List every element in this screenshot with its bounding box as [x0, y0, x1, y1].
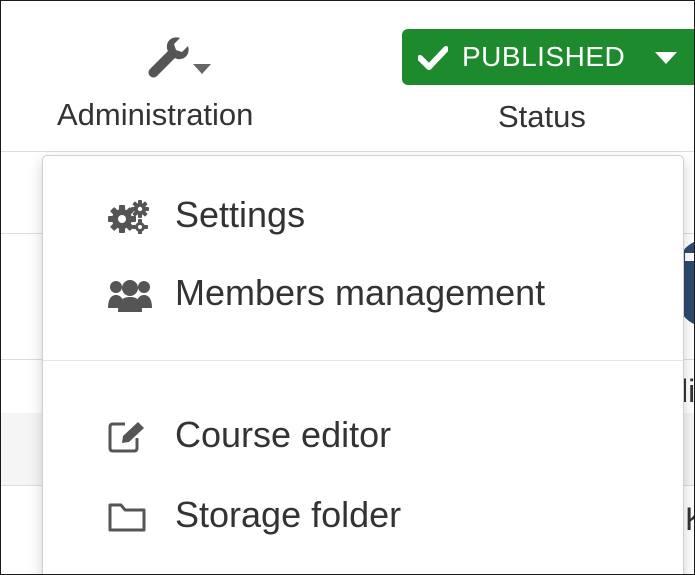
- menu-item-label: Storage folder: [175, 494, 402, 535]
- app-frame: li K Administration PUBLISHED: [0, 0, 695, 575]
- wrench-icon: [148, 37, 189, 78]
- menu-item-storage-folder[interactable]: Storage folder: [43, 484, 683, 544]
- check-icon: [418, 46, 448, 70]
- menu-item-label: Course editor: [175, 414, 392, 455]
- menu-item-label: Settings: [175, 194, 306, 235]
- menu-item-members-management[interactable]: Members management: [43, 262, 683, 322]
- page-text-fragment: K: [685, 501, 694, 538]
- administration-icon-group[interactable]: [144, 35, 244, 95]
- status-published-button[interactable]: PUBLISHED: [402, 29, 694, 85]
- users-icon: [108, 280, 152, 312]
- menu-item-course-editor[interactable]: Course editor: [43, 404, 683, 464]
- edit-icon: [108, 422, 144, 453]
- menu-item-label: Members management: [175, 272, 546, 313]
- chevron-down-icon: [193, 64, 211, 74]
- gears-icon: [108, 200, 149, 234]
- administration-dropdown-menu: Settings Members management Course edito…: [42, 155, 684, 574]
- status-label: Status: [498, 99, 586, 134]
- status-badge-label: PUBLISHED: [462, 41, 626, 72]
- administration-tool[interactable]: Administration: [41, 21, 281, 141]
- course-toolbar: Administration PUBLISHED Status: [1, 1, 694, 152]
- folder-icon: [108, 503, 146, 532]
- menu-divider: [43, 360, 683, 361]
- status-tool: PUBLISHED Status: [402, 29, 694, 139]
- administration-label: Administration: [57, 97, 254, 132]
- chevron-down-icon: [655, 52, 677, 64]
- menu-item-settings[interactable]: Settings: [43, 184, 683, 244]
- course-image-detail: [685, 253, 694, 261]
